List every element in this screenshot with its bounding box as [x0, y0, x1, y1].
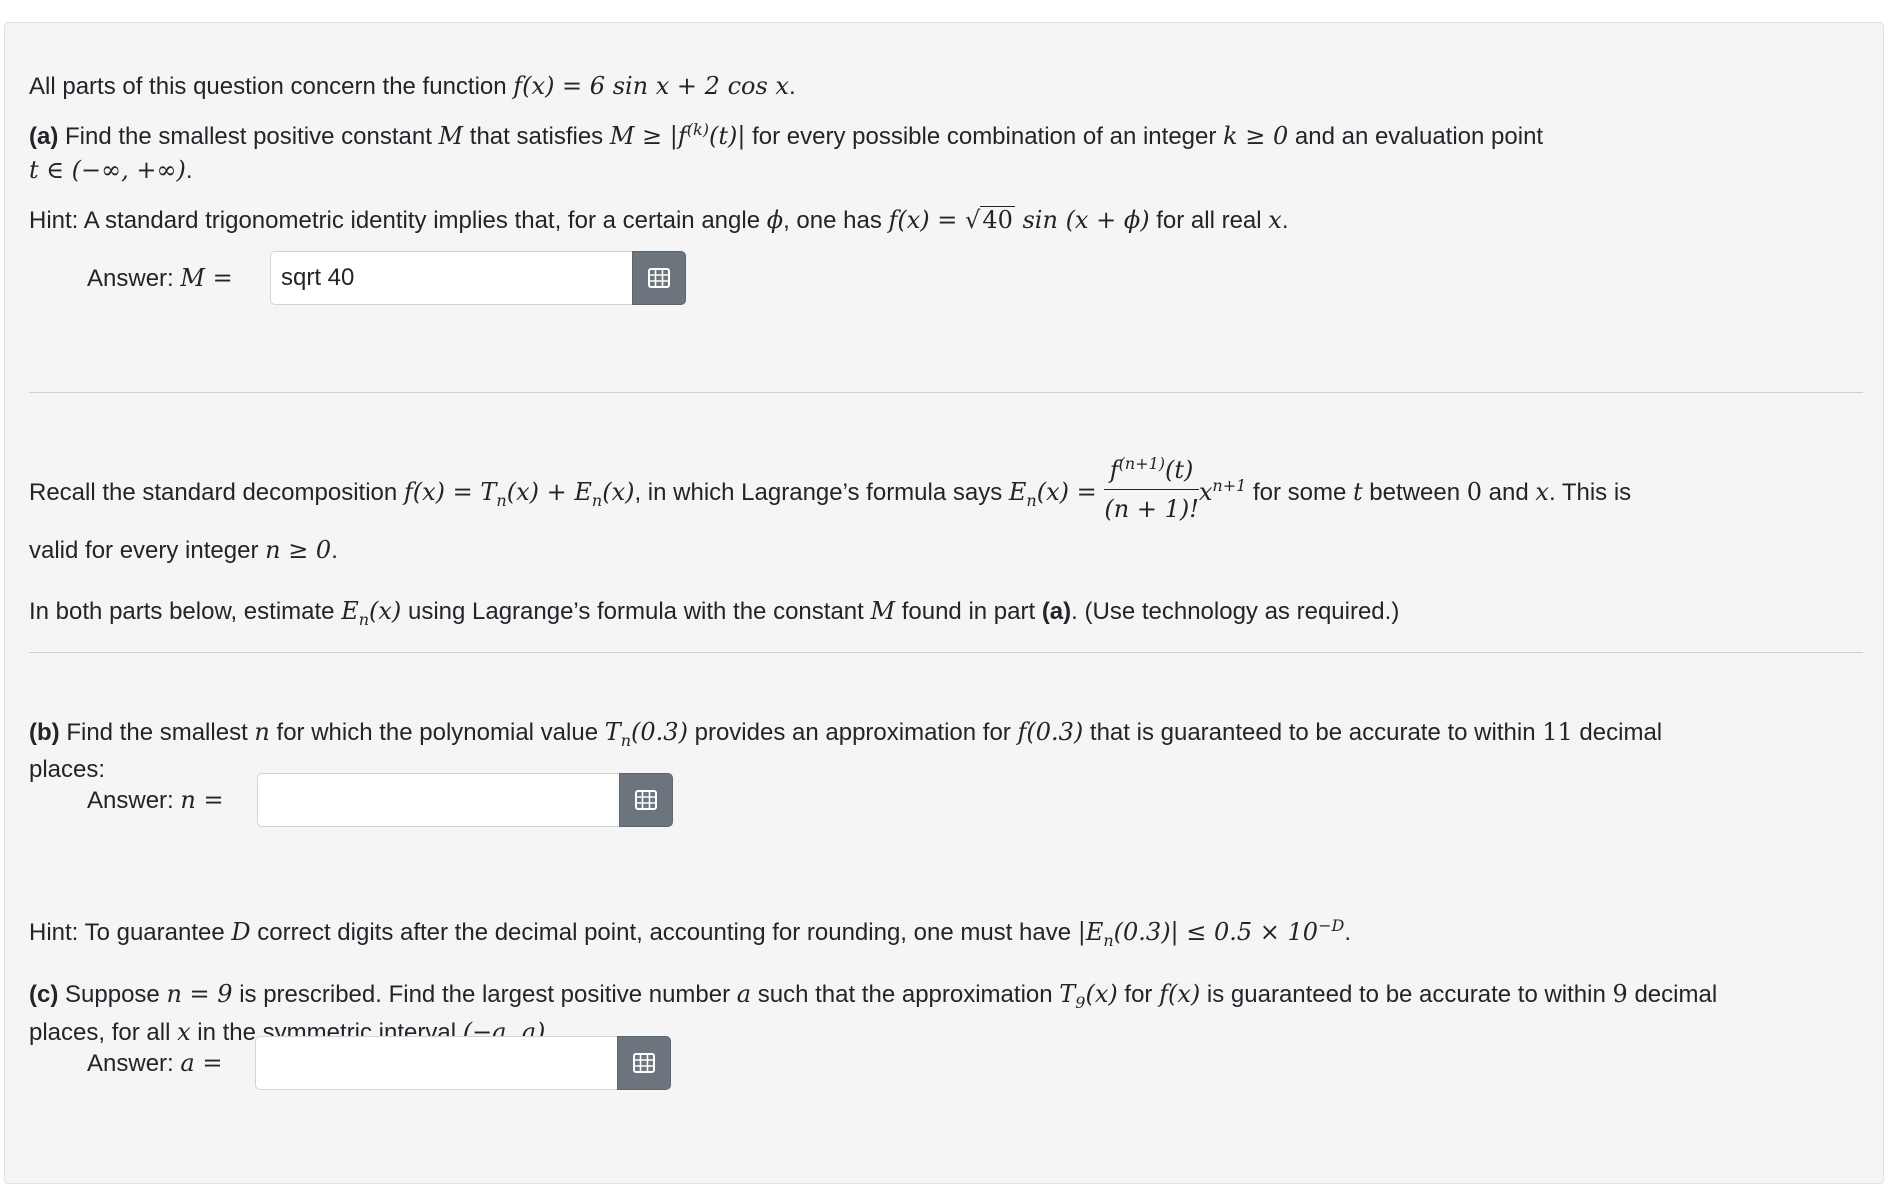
recall-text: Recall the standard decomposition f(x) =… — [29, 443, 1631, 542]
hint-b: Hint: To guarantee D correct digits afte… — [29, 916, 1351, 950]
part-c-text: (c) Suppose n = 9 is prescribed. Find th… — [29, 980, 1718, 1012]
part-a-text: (a) Find the smallest positive constant … — [29, 120, 1544, 151]
answer-a-label: Answer: M = — [87, 264, 233, 292]
calculator-button-c[interactable] — [617, 1036, 671, 1090]
part-b-text: (b) Find the smallest n for which the po… — [29, 718, 1663, 750]
answer-a-group — [270, 251, 686, 305]
answer-b-input[interactable] — [257, 773, 619, 827]
answer-b-label: Answer: n = — [87, 786, 224, 814]
both-parts-text: In both parts below, estimate En(x) usin… — [29, 597, 1400, 629]
answer-a-input[interactable] — [270, 251, 632, 305]
calculator-grid-icon — [633, 1053, 655, 1073]
recall-text-line2: valid for every integer n ≥ 0. — [29, 536, 338, 564]
calculator-button-a[interactable] — [632, 251, 686, 305]
calculator-grid-icon — [635, 790, 657, 810]
answer-c-input[interactable] — [255, 1036, 617, 1090]
divider-1 — [29, 392, 1863, 393]
calculator-button-b[interactable] — [619, 773, 673, 827]
answer-c-label: Answer: a = — [87, 1049, 223, 1077]
intro-text: All parts of this question concern the f… — [29, 72, 796, 100]
hint-a: Hint: A standard trigonometric identity … — [29, 206, 1289, 234]
question-card: All parts of this question concern the f… — [4, 22, 1884, 1184]
answer-b-group — [257, 773, 673, 827]
divider-2 — [29, 652, 1863, 653]
lagrange-fraction: f(n+1)(t) (n + 1)! — [1104, 451, 1199, 528]
part-a-text-line2: t ∈ (−∞, +∞). — [29, 156, 193, 184]
answer-c-group — [255, 1036, 671, 1090]
calculator-grid-icon — [648, 268, 670, 288]
